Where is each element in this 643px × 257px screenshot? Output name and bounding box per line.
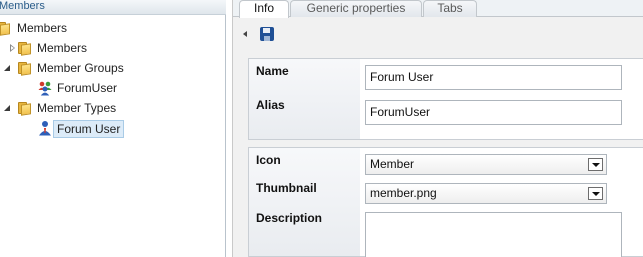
description-field[interactable] bbox=[365, 212, 622, 257]
tree-node-label[interactable]: ForumUser bbox=[57, 79, 117, 97]
member-tree-pane: Members Members Members Member Groups Fo… bbox=[0, 0, 226, 257]
chevron-down-icon[interactable] bbox=[588, 158, 603, 171]
tree-node-members-root[interactable]: Members bbox=[0, 19, 226, 37]
folder-icon bbox=[0, 21, 13, 36]
alias-field[interactable]: ForumUser bbox=[365, 100, 622, 125]
tree-node-label[interactable]: Members bbox=[37, 39, 87, 57]
tab-info[interactable]: Info bbox=[239, 0, 289, 18]
name-field[interactable]: Forum User bbox=[365, 65, 622, 90]
chevron-down-icon[interactable] bbox=[588, 187, 603, 200]
thumbnail-select[interactable]: member.png bbox=[365, 183, 607, 204]
tree-node-members[interactable]: Members bbox=[0, 39, 226, 57]
member-group-icon bbox=[38, 81, 52, 96]
thumbnail-select-value: member.png bbox=[370, 186, 437, 200]
tree-header-title: Members bbox=[0, 0, 45, 12]
edit-pane: Info Generic properties Tabs Name Forum … bbox=[232, 0, 643, 257]
tree-node-label[interactable]: Forum User bbox=[53, 120, 125, 138]
thumbnail-label: Thumbnail bbox=[256, 181, 317, 195]
alias-label: Alias bbox=[256, 98, 285, 112]
icon-select[interactable]: Member bbox=[365, 154, 607, 175]
save-icon[interactable] bbox=[260, 27, 274, 41]
folder-icon bbox=[18, 41, 34, 56]
tree-header: Members bbox=[0, 0, 226, 15]
tree-node-member-types[interactable]: Member Types bbox=[0, 99, 226, 117]
tree-node-label[interactable]: Members bbox=[17, 19, 67, 37]
tree-node-forumuser-group[interactable]: ForumUser bbox=[0, 79, 226, 97]
collapse-arrow-icon[interactable] bbox=[4, 105, 10, 111]
tree-node-member-groups[interactable]: Member Groups bbox=[0, 59, 226, 77]
tree-node-forum-user[interactable]: Forum User bbox=[0, 119, 226, 138]
tree-node-label[interactable]: Member Types bbox=[37, 99, 116, 117]
tree-node-label[interactable]: Member Groups bbox=[37, 59, 124, 77]
member-icon bbox=[39, 121, 51, 136]
folder-icon bbox=[18, 61, 34, 76]
properties-panel-appearance: Icon Member Thumbnail member.png Descrip… bbox=[248, 147, 643, 257]
tab-generic-properties[interactable]: Generic properties bbox=[290, 0, 422, 17]
toolbar bbox=[233, 18, 643, 49]
expand-arrow-icon[interactable] bbox=[10, 44, 15, 52]
icon-label: Icon bbox=[256, 153, 281, 167]
tab-strip: Info Generic properties Tabs bbox=[233, 0, 643, 18]
properties-panel-general: Name Forum User Alias ForumUser bbox=[248, 58, 643, 140]
collapse-arrow-icon[interactable] bbox=[4, 65, 10, 71]
triangle-left-icon[interactable] bbox=[243, 31, 247, 37]
icon-select-value: Member bbox=[370, 157, 415, 171]
name-label: Name bbox=[256, 64, 289, 78]
tab-tabs[interactable]: Tabs bbox=[423, 0, 477, 17]
folder-icon bbox=[18, 101, 34, 116]
description-label: Description bbox=[256, 211, 323, 225]
